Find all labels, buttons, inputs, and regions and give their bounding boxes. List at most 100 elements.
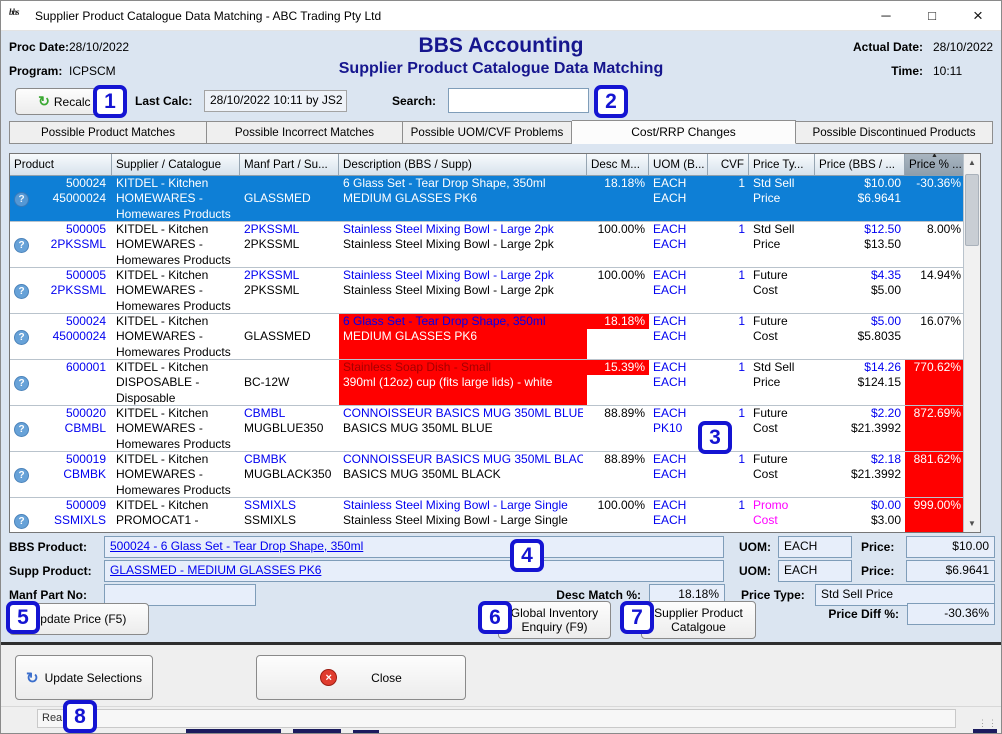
- tab-possible-incorrect-matches[interactable]: Possible Incorrect Matches: [207, 121, 403, 144]
- bbs-uom-label: UOM:: [739, 540, 771, 554]
- help-icon[interactable]: ?: [14, 330, 29, 345]
- annotation-box-7: 7: [620, 601, 654, 634]
- cell-desc-match: 100.00%: [587, 498, 649, 532]
- cell-uom: EACHEACH: [649, 452, 708, 497]
- table-row[interactable]: ?500019CBMBKKITDEL - KitchenHOMEWARES -H…: [10, 452, 963, 498]
- global-inventory-enquiry-button[interactable]: Global Inventory Enquiry (F9): [498, 601, 611, 639]
- column-header-product[interactable]: Product: [10, 154, 112, 175]
- close-button[interactable]: × Close: [256, 655, 466, 700]
- tab-possible-uom-cvf-problems[interactable]: Possible UOM/CVF Problems: [403, 121, 572, 144]
- app-logo-icon: bbs: [9, 8, 27, 24]
- cell-product: ?500009SSMIXLS: [10, 498, 112, 532]
- column-header-price-ty-[interactable]: Price Ty...: [749, 154, 815, 175]
- column-header-cvf[interactable]: CVF: [708, 154, 749, 175]
- bbs-price-field: $10.00: [906, 536, 995, 558]
- cell-manf-part: SSMIXLSSSMIXLS: [240, 498, 339, 532]
- cell-price: $10.00$6.9641: [815, 176, 905, 221]
- minimize-icon[interactable]: ─: [863, 1, 909, 31]
- annotation-box-6: 6: [478, 601, 512, 634]
- cell-price-pct: 881.62%: [905, 452, 963, 497]
- cell-price-pct: 8.00%: [905, 222, 963, 267]
- annotation-box-2: 2: [594, 85, 628, 118]
- title-bar: bbs Supplier Product Catalogue Data Matc…: [1, 1, 1001, 31]
- cell-price-pct: -30.36%: [905, 176, 963, 221]
- tab-cost-rrp-changes[interactable]: Cost/RRP Changes: [572, 120, 796, 144]
- actual-date-value: 28/10/2022: [933, 40, 993, 54]
- bbs-product-link-field[interactable]: 500024 - 6 Glass Set - Tear Drop Shape, …: [104, 536, 724, 558]
- table-row[interactable]: ?5000052PKSSMLKITDEL - KitchenHOMEWARES …: [10, 268, 963, 314]
- annotation-box-4: 4: [510, 539, 544, 572]
- price-diff-label: Price Diff %:: [811, 607, 899, 621]
- table-header: ProductSupplier / CatalogueManf Part / S…: [10, 154, 963, 176]
- help-icon[interactable]: ?: [14, 192, 29, 207]
- cell-cvf: 1: [708, 176, 749, 221]
- column-header-price-[interactable]: Price % ...▲: [905, 154, 963, 175]
- annotation-box-8: 8: [63, 700, 97, 733]
- column-header-price-bbs-[interactable]: Price (BBS / ...: [815, 154, 905, 175]
- table-row[interactable]: ?50002445000024KITDEL - KitchenHOMEWARES…: [10, 314, 963, 360]
- cell-price-type: PromoCost: [749, 498, 815, 532]
- column-header-supplier-catalogue[interactable]: Supplier / Catalogue: [112, 154, 240, 175]
- cell-supplier: KITDEL - KitchenHOMEWARES -Homewares Pro…: [112, 222, 240, 267]
- help-icon[interactable]: ?: [14, 422, 29, 437]
- cell-supplier: KITDEL - KitchenDISPOSABLE -Disposable: [112, 360, 240, 405]
- vertical-scrollbar[interactable]: ▲ ▼: [963, 154, 980, 532]
- table-row[interactable]: ?600001KITDEL - KitchenDISPOSABLE -Dispo…: [10, 360, 963, 406]
- cell-price-type: FutureCost: [749, 406, 815, 451]
- close-button-label: Close: [371, 671, 402, 685]
- scroll-up-icon[interactable]: ▲: [964, 154, 980, 171]
- cell-price: $14.26$124.15: [815, 360, 905, 405]
- cell-desc-match: 100.00%: [587, 268, 649, 313]
- close-icon[interactable]: ×: [955, 1, 1001, 31]
- table-row[interactable]: ?500020CBMBLKITDEL - KitchenHOMEWARES -H…: [10, 406, 963, 452]
- maximize-icon[interactable]: □: [909, 1, 955, 31]
- scroll-down-icon[interactable]: ▼: [964, 515, 980, 532]
- update-selections-button[interactable]: ↻ Update Selections: [15, 655, 153, 700]
- cell-manf-part: CBMBKMUGBLACK350: [240, 452, 339, 497]
- help-icon[interactable]: ?: [14, 284, 29, 299]
- cell-price-pct: 872.69%: [905, 406, 963, 451]
- cell-price: $12.50$13.50: [815, 222, 905, 267]
- column-header-uom-b-[interactable]: UOM (B...: [649, 154, 708, 175]
- cell-price-pct: 999.00%: [905, 498, 963, 532]
- help-icon[interactable]: ?: [14, 376, 29, 391]
- supp-product-label: Supp Product:: [9, 564, 92, 578]
- supp-product-link[interactable]: GLASSMED - MEDIUM GLASSES PK6: [110, 563, 321, 577]
- cell-product: ?5000052PKSSML: [10, 268, 112, 313]
- cell-product: ?500019CBMBK: [10, 452, 112, 497]
- cell-desc-match: 88.89%: [587, 452, 649, 497]
- supp-uom-label: UOM:: [739, 564, 771, 578]
- bbs-product-link[interactable]: 500024 - 6 Glass Set - Tear Drop Shape, …: [110, 539, 363, 553]
- cell-manf-part: BC-12W: [240, 360, 339, 405]
- column-header-manf-part-su-[interactable]: Manf Part / Su...: [240, 154, 339, 175]
- column-header-description-bbs-supp-[interactable]: Description (BBS / Supp): [339, 154, 587, 175]
- cell-price: $2.18$21.3992: [815, 452, 905, 497]
- cell-price: $0.00$3.00: [815, 498, 905, 532]
- supp-product-link-field[interactable]: GLASSMED - MEDIUM GLASSES PK6: [104, 560, 724, 582]
- cell-supplier: KITDEL - KitchenHOMEWARES -Homewares Pro…: [112, 314, 240, 359]
- supplier-product-catalogue-button[interactable]: Supplier Product Catalgoue: [641, 601, 756, 639]
- table-row[interactable]: ?500009SSMIXLSKITDEL - KitchenPROMOCAT1 …: [10, 498, 963, 532]
- status-bar: Rea ⋮⋮: [1, 706, 1001, 734]
- cell-manf-part: GLASSMED: [240, 314, 339, 359]
- tab-possible-discontinued-products[interactable]: Possible Discontinued Products: [796, 121, 993, 144]
- refresh-icon: ↻: [26, 669, 39, 687]
- column-header-desc-m-[interactable]: Desc M...: [587, 154, 649, 175]
- help-icon[interactable]: ?: [14, 468, 29, 483]
- cell-uom: EACHEACH: [649, 314, 708, 359]
- time-label: Time:: [843, 64, 923, 78]
- resize-grip[interactable]: ⋮⋮: [978, 718, 998, 729]
- cell-cvf: 1: [708, 268, 749, 313]
- supp-price-field: $6.9641: [906, 560, 995, 582]
- help-icon[interactable]: ?: [14, 514, 29, 529]
- cell-cvf: 1: [708, 222, 749, 267]
- table-row[interactable]: ?5000052PKSSMLKITDEL - KitchenHOMEWARES …: [10, 222, 963, 268]
- background-window-artifact: [973, 729, 997, 734]
- help-icon[interactable]: ?: [14, 238, 29, 253]
- table-row[interactable]: ?50002445000024KITDEL - KitchenHOMEWARES…: [10, 176, 963, 222]
- scroll-thumb[interactable]: [965, 174, 979, 246]
- search-input[interactable]: [448, 88, 589, 113]
- cell-description: 6 Glass Set - Tear Drop Shape, 350mlMEDI…: [339, 176, 587, 221]
- tab-possible-product-matches[interactable]: Possible Product Matches: [9, 121, 207, 144]
- cell-product: ?5000052PKSSML: [10, 222, 112, 267]
